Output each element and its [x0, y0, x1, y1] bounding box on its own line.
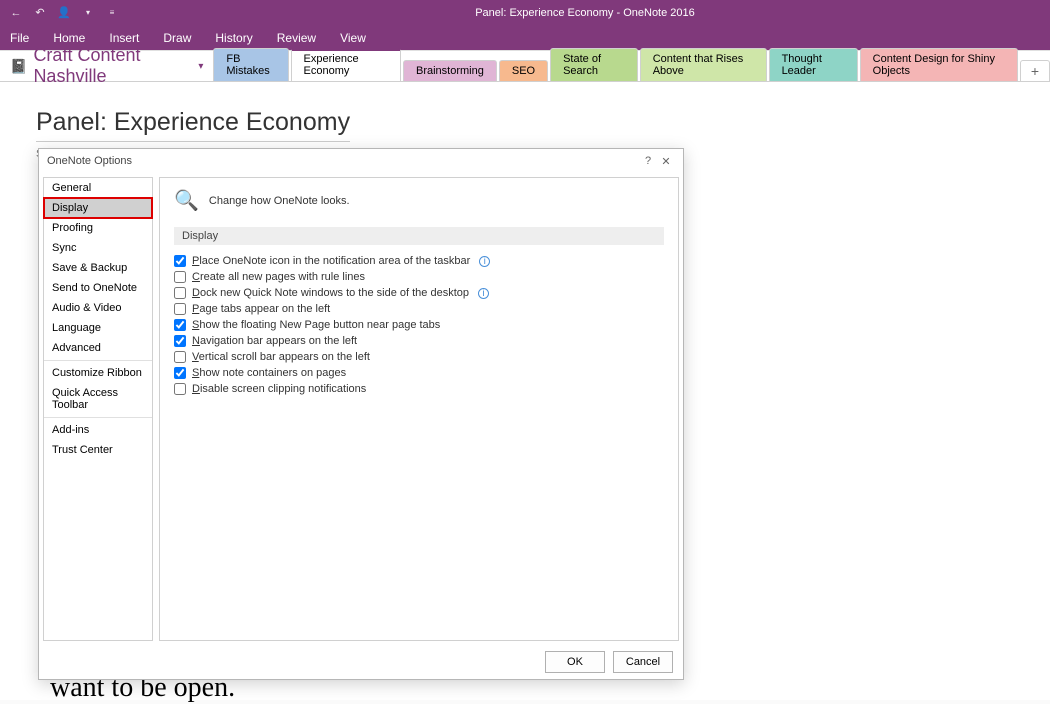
help-button[interactable]: ?: [639, 155, 657, 167]
category-item[interactable]: Quick Access Toolbar: [44, 383, 152, 415]
ribbon-tab-draw[interactable]: Draw: [163, 31, 191, 45]
panel-heading: Change how OneNote looks.: [209, 195, 350, 207]
user-icon[interactable]: 👤: [56, 5, 72, 21]
qat-customize-icon[interactable]: ≡: [104, 5, 120, 21]
category-item[interactable]: Trust Center: [44, 440, 152, 460]
back-icon[interactable]: ←: [8, 5, 24, 21]
display-option[interactable]: Show note containers on pages: [174, 365, 664, 381]
settings-panel: 🔍 Change how OneNote looks. Display Plac…: [159, 177, 679, 641]
options-dialog: OneNote Options ? ✕ GeneralDisplayProofi…: [38, 148, 684, 680]
option-checkbox[interactable]: [174, 335, 186, 347]
category-item[interactable]: Customize Ribbon: [44, 363, 152, 383]
display-option[interactable]: Place OneNote icon in the notification a…: [174, 253, 664, 269]
option-label: Vertical scroll bar appears on the left: [192, 351, 370, 363]
cancel-button[interactable]: Cancel: [613, 651, 673, 673]
category-item[interactable]: Proofing: [44, 218, 152, 238]
window-title: Panel: Experience Economy - OneNote 2016: [120, 7, 1050, 19]
category-item[interactable]: Send to OneNote: [44, 278, 152, 298]
quick-access-toolbar: ← ↶ 👤 ▾ ≡: [0, 5, 120, 21]
option-checkbox[interactable]: [174, 351, 186, 363]
option-label: Disable screen clipping notifications: [192, 383, 366, 395]
display-option[interactable]: Navigation bar appears on the left: [174, 333, 664, 349]
section-tab[interactable]: Content that Rises Above: [640, 48, 767, 81]
category-item[interactable]: Language: [44, 318, 152, 338]
section-tab[interactable]: State of Search: [550, 48, 638, 81]
section-tab[interactable]: SEO: [499, 60, 548, 81]
option-checkbox[interactable]: [174, 383, 186, 395]
display-option[interactable]: Dock new Quick Note windows to the side …: [174, 285, 664, 301]
dialog-title: OneNote Options: [47, 155, 132, 167]
info-icon[interactable]: i: [478, 288, 489, 299]
category-item[interactable]: Add-ins: [44, 420, 152, 440]
ribbon-tab-file[interactable]: File: [10, 31, 29, 45]
dialog-titlebar: OneNote Options ? ✕: [39, 149, 683, 173]
section-tab[interactable]: FB Mistakes: [213, 48, 288, 81]
display-options: Place OneNote icon in the notification a…: [174, 253, 664, 397]
dialog-body: GeneralDisplayProofingSyncSave & BackupS…: [39, 173, 683, 645]
option-label: Page tabs appear on the left: [192, 303, 330, 315]
option-checkbox[interactable]: [174, 319, 186, 331]
category-item[interactable]: Audio & Video: [44, 298, 152, 318]
category-item[interactable]: General: [44, 178, 152, 198]
notebook-name: Craft Content Nashville: [33, 45, 192, 87]
panel-heading-row: 🔍 Change how OneNote looks.: [174, 188, 664, 213]
app-name: OneNote 2016: [623, 7, 695, 19]
section-tab[interactable]: Thought Leader: [769, 48, 858, 81]
display-option[interactable]: Disable screen clipping notifications: [174, 381, 664, 397]
document-title: Panel: Experience Economy: [475, 7, 613, 19]
chevron-down-icon: ▾: [198, 61, 203, 72]
page-title[interactable]: Panel: Experience Economy: [36, 108, 350, 142]
option-label: Show the floating New Page button near p…: [192, 319, 440, 331]
option-checkbox[interactable]: [174, 367, 186, 379]
option-label: Place OneNote icon in the notification a…: [192, 255, 470, 267]
info-icon[interactable]: i: [479, 256, 490, 267]
category-list: GeneralDisplayProofingSyncSave & BackupS…: [43, 177, 153, 641]
display-option[interactable]: Vertical scroll bar appears on the left: [174, 349, 664, 365]
section-heading: Display: [174, 227, 664, 245]
notebook-icon: 📓: [10, 58, 27, 75]
section-tab[interactable]: Experience Economy: [291, 48, 401, 81]
option-label: Navigation bar appears on the left: [192, 335, 357, 347]
add-section-button[interactable]: +: [1020, 60, 1050, 81]
display-option[interactable]: Show the floating New Page button near p…: [174, 317, 664, 333]
category-item[interactable]: Save & Backup: [44, 258, 152, 278]
section-bar: 📓 Craft Content Nashville ▾ FB MistakesE…: [0, 50, 1050, 82]
option-label: Show note containers on pages: [192, 367, 346, 379]
ribbon-tab-review[interactable]: Review: [277, 31, 316, 45]
title-bar: ← ↶ 👤 ▾ ≡ Panel: Experience Economy - On…: [0, 0, 1050, 25]
dropdown-icon[interactable]: ▾: [80, 5, 96, 21]
ribbon-tab-insert[interactable]: Insert: [109, 31, 139, 45]
section-tab[interactable]: Content Design for Shiny Objects: [860, 48, 1018, 81]
category-item[interactable]: Display: [44, 198, 152, 218]
option-checkbox[interactable]: [174, 271, 186, 283]
option-label: Dock new Quick Note windows to the side …: [192, 287, 469, 299]
close-icon[interactable]: ✕: [657, 155, 675, 168]
undo-icon[interactable]: ↶: [32, 5, 48, 21]
display-option[interactable]: Create all new pages with rule lines: [174, 269, 664, 285]
ok-button[interactable]: OK: [545, 651, 605, 673]
option-checkbox[interactable]: [174, 303, 186, 315]
display-option[interactable]: Page tabs appear on the left: [174, 301, 664, 317]
section-tabs: FB MistakesExperience EconomyBrainstormi…: [213, 51, 1050, 81]
option-checkbox[interactable]: [174, 287, 186, 299]
dialog-footer: OK Cancel: [39, 645, 683, 679]
notebook-selector[interactable]: 📓 Craft Content Nashville ▾: [0, 45, 213, 87]
option-checkbox[interactable]: [174, 255, 186, 267]
display-settings-icon: 🔍: [174, 188, 199, 213]
ribbon-tab-history[interactable]: History: [215, 31, 252, 45]
ribbon-tab-home[interactable]: Home: [53, 31, 85, 45]
category-item[interactable]: Advanced: [44, 338, 152, 358]
section-tab[interactable]: Brainstorming: [403, 60, 497, 81]
category-item[interactable]: Sync: [44, 238, 152, 258]
option-label: Create all new pages with rule lines: [192, 271, 365, 283]
ribbon-tab-view[interactable]: View: [340, 31, 366, 45]
